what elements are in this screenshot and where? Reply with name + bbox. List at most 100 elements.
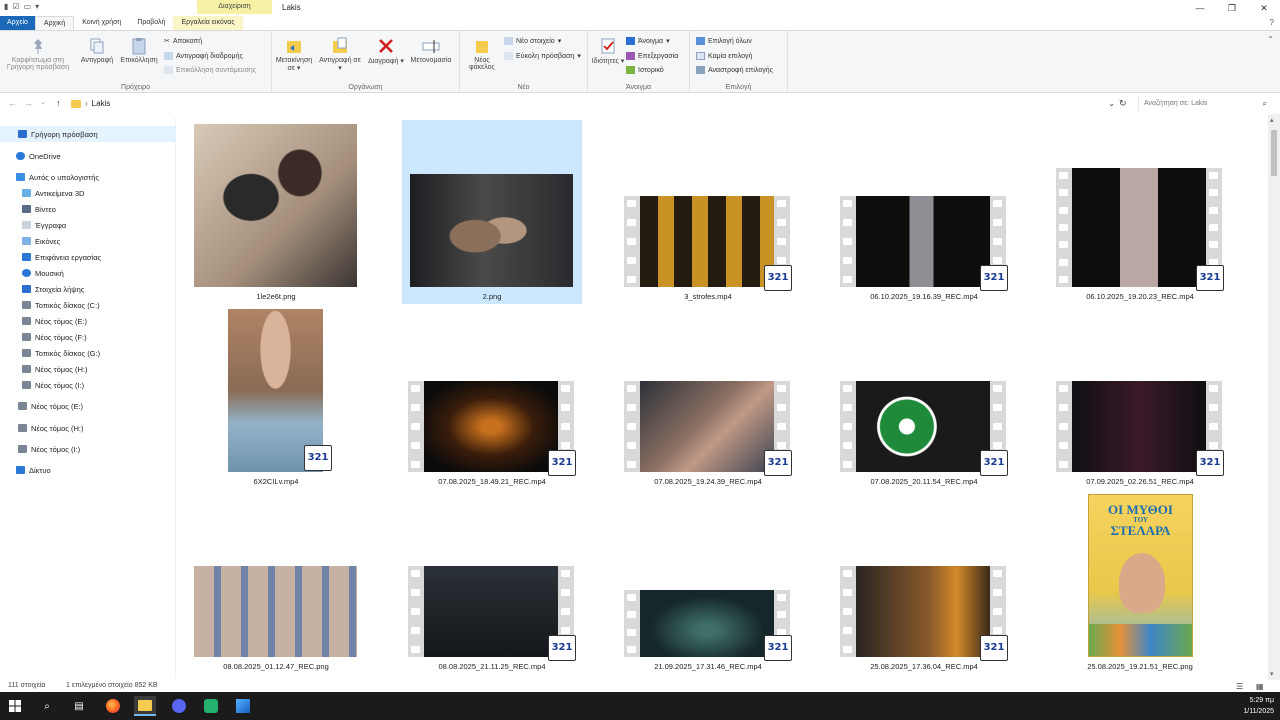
edit-button[interactable]: Επεξεργασία — [626, 52, 678, 60]
video-thumbnail: 321 — [408, 381, 576, 476]
open-icon — [626, 37, 635, 45]
app-icon-green[interactable] — [200, 696, 222, 716]
address-field[interactable]: › Lakis ⌄ — [70, 96, 1120, 111]
tab-view[interactable]: Προβολή — [129, 16, 173, 30]
invert-selection-button[interactable]: Αναστροφή επιλογής — [696, 66, 773, 74]
nav-music[interactable]: Μουσική — [0, 265, 176, 281]
forward-icon[interactable]: → — [24, 98, 33, 108]
search-taskbar-icon[interactable]: ⌕ — [36, 696, 58, 716]
nav-3d-objects[interactable]: Αντικείμενα 3D — [0, 185, 176, 201]
cut-button[interactable]: ✂ Αποκοπή — [164, 37, 202, 46]
recent-locations-icon[interactable]: ⌄ — [40, 98, 46, 106]
tab-home[interactable]: Αρχική — [34, 16, 75, 30]
file-item[interactable]: 321 3_strofes.mp4 — [618, 120, 798, 304]
rename-button[interactable]: Μετονομασία — [406, 37, 456, 64]
nav-network[interactable]: Δίκτυο — [0, 462, 176, 478]
nav-onedrive[interactable]: OneDrive — [0, 148, 176, 164]
nav-downloads[interactable]: Στοιχεία λήψης — [0, 281, 176, 297]
portrait-face — [1119, 553, 1165, 613]
copy-button[interactable]: Αντιγραφή — [78, 37, 116, 64]
help-icon[interactable]: ? — [1270, 18, 1274, 27]
firefox-icon[interactable] — [102, 696, 124, 716]
nav-this-pc[interactable]: Αυτός ο υπολογιστής — [0, 169, 176, 185]
nav-volume-e-root[interactable]: Νέος τόμος (E:) — [0, 398, 176, 414]
nav-pictures[interactable]: Εικόνες — [0, 233, 176, 249]
file-item[interactable]: 08.08.2025_01.12.47_REC.png — [186, 490, 366, 674]
file-item[interactable]: 321 06.10.2025_19.20.23_REC.mp4 — [1050, 120, 1230, 304]
file-item[interactable]: 321 08.08.2025_21.11.25_REC.mp4 — [402, 490, 582, 674]
file-item[interactable]: 321 07.08.2025_20.11.54_REC.mp4 — [834, 305, 1014, 489]
file-item[interactable]: 321 21.09.2025_17.31.46_REC.mp4 — [618, 490, 798, 674]
properties-button[interactable]: Ιδιότητες ▾ — [590, 37, 626, 65]
file-item[interactable]: 321 07.08.2025_18.49.21_REC.mp4 — [402, 305, 582, 489]
select-none-button[interactable]: Καμία επιλογή — [696, 52, 752, 60]
collapse-ribbon-icon[interactable]: ⌃ — [1267, 35, 1274, 44]
file-item[interactable]: 1le2e6t.png — [186, 120, 366, 304]
file-item[interactable]: 2.png — [402, 120, 582, 304]
paste-label: Επικόλληση — [120, 57, 158, 64]
breadcrumb-current[interactable]: Lakis — [92, 99, 111, 108]
scroll-up-icon[interactable]: ▴ — [1270, 116, 1274, 124]
nav-volume-h-root[interactable]: Νέος τόμος (H:) — [0, 420, 176, 436]
nav-documents[interactable]: Έγγραφα — [0, 217, 176, 233]
large-icons-view-icon[interactable]: ▦ — [1256, 682, 1264, 691]
discord-icon[interactable] — [168, 696, 190, 716]
start-windows-icon[interactable] — [4, 696, 26, 716]
close-button[interactable]: ✕ — [1248, 0, 1280, 16]
drive-icon — [22, 317, 31, 325]
task-view-icon[interactable]: ▤ — [68, 696, 90, 716]
file-item[interactable]: 321 07.08.2025_19.24.39_REC.mp4 — [618, 305, 798, 489]
file-explorer-icon[interactable] — [134, 696, 156, 716]
scrollbar-thumb[interactable] — [1271, 130, 1277, 176]
nav-disk-g[interactable]: Τοπικός δίσκος (G:) — [0, 345, 176, 361]
file-item[interactable]: ΟΙ ΜΥΘΟΙ ΤΟΥ ΣΤΕΛΑΡΑ 25.08.2025_19.21.51… — [1050, 490, 1230, 674]
file-item[interactable]: 321 06.10.2025_19.16.39_REC.mp4 — [834, 120, 1014, 304]
file-item[interactable]: 321 6X2CILv.mp4 — [186, 305, 366, 489]
new-folder-qa-icon[interactable]: ▭ — [24, 2, 32, 11]
move-to-button[interactable]: Μετακίνηση σε ▾ — [274, 37, 314, 72]
up-icon[interactable]: ↑ — [56, 98, 61, 108]
file-item[interactable]: 321 25.08.2025_17.36.04_REC.mp4 — [834, 490, 1014, 674]
nav-volume-e[interactable]: Νέος τόμος (E:) — [0, 313, 176, 329]
select-all-button[interactable]: Επιλογή όλων — [696, 37, 752, 45]
delete-button[interactable]: Διαγραφή ▾ — [366, 37, 406, 65]
nav-quick-access[interactable]: Γρήγορη πρόσβαση — [0, 126, 176, 142]
vertical-scrollbar[interactable]: ▴ ▾ — [1268, 114, 1280, 680]
tab-picture-tools[interactable]: Εργαλεία εικόνας — [173, 16, 243, 30]
nav-volume-i[interactable]: Νέος τόμος (I:) — [0, 377, 176, 393]
details-view-icon[interactable]: ☰ — [1236, 682, 1243, 691]
properties-qa-icon[interactable]: ☑ — [12, 2, 19, 11]
nav-volume-h[interactable]: Νέος τόμος (H:) — [0, 361, 176, 377]
easy-access-button[interactable]: Εύκολη πρόσβαση ▾ — [504, 52, 581, 60]
minimize-button[interactable]: — — [1184, 0, 1216, 16]
nav-volume-f[interactable]: Νέος τόμος (F:) — [0, 329, 176, 345]
nav-videos[interactable]: Βίντεο — [0, 201, 176, 217]
history-button[interactable]: Ιστορικό — [626, 66, 664, 74]
file-item[interactable]: 321 07.09.2025_02.26.51_REC.mp4 — [1050, 305, 1230, 489]
copy-to-button[interactable]: Αντιγραφή σε ▾ — [318, 37, 362, 72]
nav-volume-i-root[interactable]: Νέος τόμος (I:) — [0, 441, 176, 457]
pin-quick-access-button[interactable]: Καρφίτσωμα στη Γρήγορη πρόσβαση — [4, 37, 72, 71]
new-item-button[interactable]: Νέο στοιχείο ▾ — [504, 37, 561, 45]
paste-shortcut-label: Επικόλληση συντόμευσης — [176, 66, 257, 74]
app-icon-blue[interactable] — [232, 696, 254, 716]
customize-qa-icon[interactable]: ▾ — [35, 2, 39, 11]
nav-label: Βίντεο — [35, 204, 56, 214]
nav-desktop[interactable]: Επιφάνεια εργασίας — [0, 249, 176, 265]
open-button[interactable]: Άνοιγμα ▾ — [626, 37, 670, 45]
search-input[interactable]: Αναζήτηση σε: Lakis ⌕ — [1138, 96, 1272, 111]
maximize-button[interactable]: ❐ — [1216, 0, 1248, 16]
copy-path-button[interactable]: Αντιγραφή διαδρομής — [164, 52, 243, 60]
address-dropdown-icon[interactable]: ⌄ — [1108, 99, 1115, 108]
new-folder-button[interactable]: Νέος φάκελος — [462, 37, 502, 71]
paste-shortcut-button[interactable]: Επικόλληση συντόμευσης — [164, 66, 256, 74]
tab-file[interactable]: Αρχείο — [0, 16, 35, 30]
nav-label: Νέος τόμος (I:) — [35, 380, 85, 390]
scroll-down-icon[interactable]: ▾ — [1270, 670, 1274, 678]
nav-disk-c[interactable]: Τοπικός δίσκος (C:) — [0, 297, 176, 313]
tab-share[interactable]: Κοινή χρήση — [74, 16, 129, 30]
paste-button[interactable]: Επικόλληση — [118, 37, 160, 64]
refresh-icon[interactable]: ↻ — [1119, 98, 1127, 109]
back-icon[interactable]: ← — [8, 98, 17, 108]
system-clock[interactable]: 5:29 πμ 1/11/2025 — [1243, 695, 1274, 717]
